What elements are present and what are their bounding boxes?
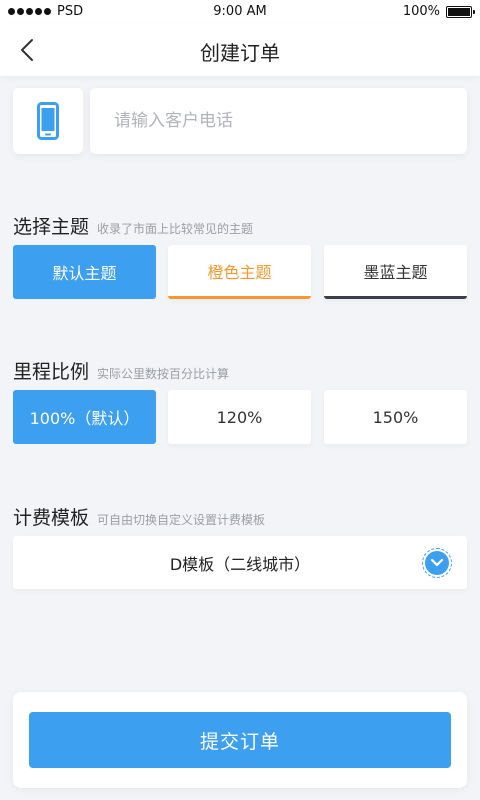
battery-icon bbox=[446, 5, 475, 18]
phone-input-card bbox=[90, 88, 467, 154]
theme-section-title: 选择主题 bbox=[13, 216, 90, 238]
page-title: 创建订单 bbox=[200, 41, 280, 65]
ratio-option-100[interactable]: 100%（默认） bbox=[13, 390, 156, 444]
ratio-section-subtitle: 实际公里数按百分比计算 bbox=[97, 367, 230, 381]
phone-icon-card bbox=[13, 88, 83, 154]
battery-percent: 100% bbox=[402, 4, 440, 19]
nav-bar: 创建订单 bbox=[0, 24, 480, 76]
theme-option-default[interactable]: 默认主题 bbox=[13, 245, 156, 299]
status-right: 100% bbox=[402, 4, 475, 19]
submit-order-button[interactable]: 提交订单 bbox=[29, 712, 451, 768]
theme-section-header: 选择主题 收录了市面上比较常见的主题 bbox=[13, 212, 253, 239]
mobile-phone-icon bbox=[37, 102, 59, 140]
ratio-option-120[interactable]: 120% bbox=[168, 390, 311, 444]
theme-section-subtitle: 收录了市面上比较常见的主题 bbox=[97, 222, 254, 236]
template-selected-value: D模板（二线城市） bbox=[169, 554, 311, 574]
chevron-down-icon bbox=[430, 558, 444, 567]
ratio-section-header: 里程比例 实际公里数按百分比计算 bbox=[13, 357, 229, 384]
theme-option-orange[interactable]: 橙色主题 bbox=[168, 245, 311, 299]
ratio-option-150[interactable]: 150% bbox=[324, 390, 467, 444]
template-section-subtitle: 可自由切换自定义设置计费模板 bbox=[97, 513, 266, 527]
template-section-header: 计费模板 可自由切换自定义设置计费模板 bbox=[13, 503, 265, 530]
ratio-section-title: 里程比例 bbox=[13, 361, 90, 383]
template-section-title: 计费模板 bbox=[13, 507, 90, 529]
bottom-action-bar: 提交订单 bbox=[13, 692, 467, 788]
template-dropdown-button[interactable] bbox=[422, 548, 452, 578]
theme-option-navy[interactable]: 墨蓝主题 bbox=[324, 245, 467, 299]
status-bar: PSD 9:00 AM 100% bbox=[0, 0, 480, 24]
template-select[interactable]: D模板（二线城市） bbox=[13, 536, 467, 589]
customer-phone-input[interactable] bbox=[90, 88, 467, 154]
